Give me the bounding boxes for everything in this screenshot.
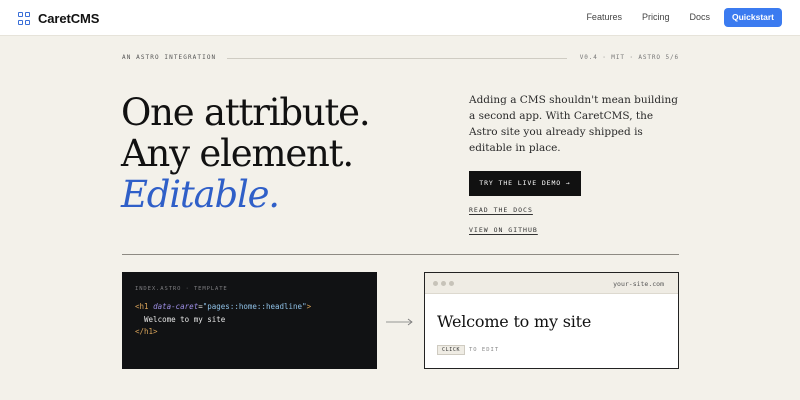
- window-dot-icon: [449, 281, 454, 286]
- click-chip[interactable]: CLICK: [437, 345, 466, 355]
- quickstart-button[interactable]: Quickstart: [724, 8, 782, 27]
- code-close-tag: </h1>: [135, 327, 158, 336]
- read-docs-link[interactable]: READ THE DOCS: [469, 206, 533, 214]
- nav-link-features[interactable]: Features: [586, 12, 622, 22]
- browser-url: your-site.com: [613, 280, 664, 288]
- hero-lede: Adding a CMS shouldn't mean building a s…: [469, 94, 678, 154]
- eyebrow-rule: [227, 58, 567, 59]
- code-panel: INDEX.ASTRO · TEMPLATE <h1 data-caret="p…: [122, 272, 377, 369]
- headline-line-2: Any element.: [121, 132, 354, 175]
- code-snippet: <h1 data-caret="pages::home::headline"> …: [135, 301, 311, 339]
- arrow-right-icon: [386, 318, 413, 326]
- brand-name: CaretCMS: [38, 11, 100, 26]
- window-dot-icon: [441, 281, 446, 286]
- github-link[interactable]: VIEW ON GITHUB: [469, 226, 538, 234]
- code-attr-value: "pages::home::headline": [202, 302, 307, 311]
- section-divider: [122, 254, 679, 255]
- top-nav: CaretCMS Features Pricing Docs Quickstar…: [0, 0, 800, 36]
- nav-link-docs[interactable]: Docs: [689, 12, 710, 22]
- browser-preview: your-site.com Welcome to my site CLICK T…: [424, 272, 679, 369]
- browser-toolbar: your-site.com: [425, 273, 678, 294]
- logo[interactable]: CaretCMS: [18, 11, 99, 26]
- headline-line-3: Editable.: [121, 173, 280, 216]
- hero-headline: One attribute. Any element. Editable.: [121, 91, 371, 216]
- code-attr: data-caret: [153, 302, 199, 311]
- preview-headline[interactable]: Welcome to my site: [437, 312, 591, 331]
- nav-link-pricing[interactable]: Pricing: [642, 12, 670, 22]
- headline-line-1: One attribute.: [121, 91, 371, 134]
- live-demo-button[interactable]: TRY THE LIVE DEMO →: [469, 171, 581, 196]
- code-open-tag: <h1: [135, 302, 149, 311]
- click-hint: TO EDIT: [469, 347, 500, 353]
- code-open-tag-end: >: [306, 302, 312, 311]
- window-dot-icon: [433, 281, 438, 286]
- code-file-label: INDEX.ASTRO · TEMPLATE: [135, 286, 228, 292]
- code-content: Welcome to my site: [144, 314, 226, 324]
- eyebrow-label: AN ASTRO INTEGRATION: [122, 54, 217, 61]
- grid-logo-icon: [18, 12, 31, 25]
- nav-links: Features Pricing Docs: [566, 12, 710, 22]
- version-info: V0.4 · MIT · ASTRO 5/6: [579, 54, 679, 61]
- eyebrow-row: AN ASTRO INTEGRATION V0.4 · MIT · ASTRO …: [122, 54, 679, 64]
